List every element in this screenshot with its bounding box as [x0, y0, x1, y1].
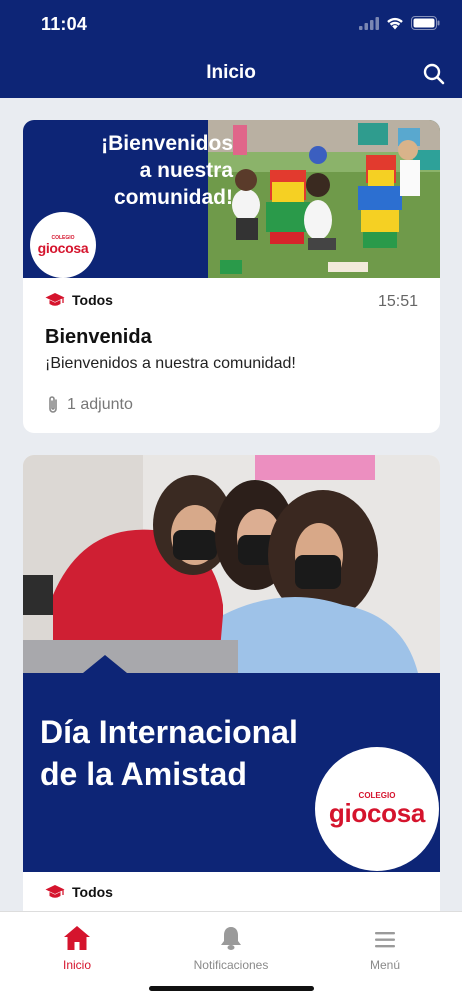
page-title: Inicio: [206, 62, 256, 83]
search-button[interactable]: [420, 60, 448, 88]
banner-line-2: a nuestra: [139, 159, 233, 182]
banner-headline: Día Internacional de la Amistad: [40, 711, 360, 795]
tab-label: Notificaciones: [193, 958, 269, 972]
audience-tag: Todos: [45, 292, 113, 308]
search-icon: [423, 63, 445, 85]
audience-tag: Todos: [45, 884, 113, 900]
tab-label: Inicio: [62, 958, 91, 972]
post-banner: Día Internacional de la Amistad COLEGIO …: [23, 455, 440, 872]
banner-notch: [83, 655, 127, 673]
tab-bar: Inicio Notificaciones Menú: [0, 911, 462, 1000]
attachments-link[interactable]: 1 adjunto: [45, 395, 418, 415]
wifi-icon: [387, 17, 403, 29]
audience-label: Todos: [72, 884, 113, 900]
post-banner: ¡Bienvenidos a nuestra comunidad! COLEGI…: [23, 120, 440, 278]
home-indicator: [149, 986, 314, 991]
attachments-label: 1 adjunto: [67, 396, 133, 413]
bell-icon: [221, 927, 241, 950]
post-body: Todos: [23, 872, 440, 911]
menu-icon: [375, 932, 395, 948]
banner-line-3: comunidad!: [114, 186, 233, 209]
graduation-cap-icon: [45, 293, 65, 306]
school-logo: COLEGIO giocosa: [315, 747, 439, 871]
status-bar: 11:04: [0, 0, 462, 50]
logo-big-text: giocosa: [328, 798, 426, 828]
battery-icon: [411, 16, 440, 30]
tab-label: Menú: [369, 958, 401, 972]
kids-playground-photo: [208, 120, 440, 278]
graduation-cap-icon: [45, 885, 65, 898]
post-card[interactable]: Día Internacional de la Amistad COLEGIO …: [23, 455, 440, 911]
paperclip-icon: [49, 396, 57, 413]
banner-line-2: de la Amistad: [40, 756, 247, 792]
status-icons: [359, 16, 440, 30]
post-title: Bienvenida: [45, 326, 152, 348]
post-card[interactable]: ¡Bienvenidos a nuestra comunidad! COLEGI…: [23, 120, 440, 433]
post-meta: Todos 15:51: [45, 278, 418, 322]
tab-inicio[interactable]: Inicio: [0, 912, 154, 972]
school-logo: COLEGIO giocosa: [30, 212, 96, 278]
post-time: 15:51: [377, 293, 418, 310]
post-body: Todos 15:51 Bienvenida ¡Bienvenidos a nu…: [23, 278, 440, 415]
banner-headline: ¡Bienvenidos a nuestra comunidad!: [53, 130, 233, 211]
app-header: 11:04 Inicio: [0, 0, 462, 98]
news-feed[interactable]: ¡Bienvenidos a nuestra comunidad! COLEGI…: [0, 98, 462, 911]
banner-line-1: ¡Bienvenidos: [101, 132, 233, 155]
banner-line-1: Día Internacional: [40, 714, 298, 750]
post-text: ¡Bienvenidos a nuestra comunidad!: [45, 355, 296, 372]
post-meta: Todos: [45, 872, 418, 911]
signal-icon: [359, 16, 379, 30]
status-time: 11:04: [41, 14, 88, 34]
home-icon: [64, 926, 90, 950]
tab-notificaciones[interactable]: Notificaciones: [154, 912, 308, 972]
students-photo: [23, 455, 440, 673]
audience-label: Todos: [72, 292, 113, 308]
tab-menu[interactable]: Menú: [308, 912, 462, 972]
logo-big-text: giocosa: [37, 239, 89, 256]
